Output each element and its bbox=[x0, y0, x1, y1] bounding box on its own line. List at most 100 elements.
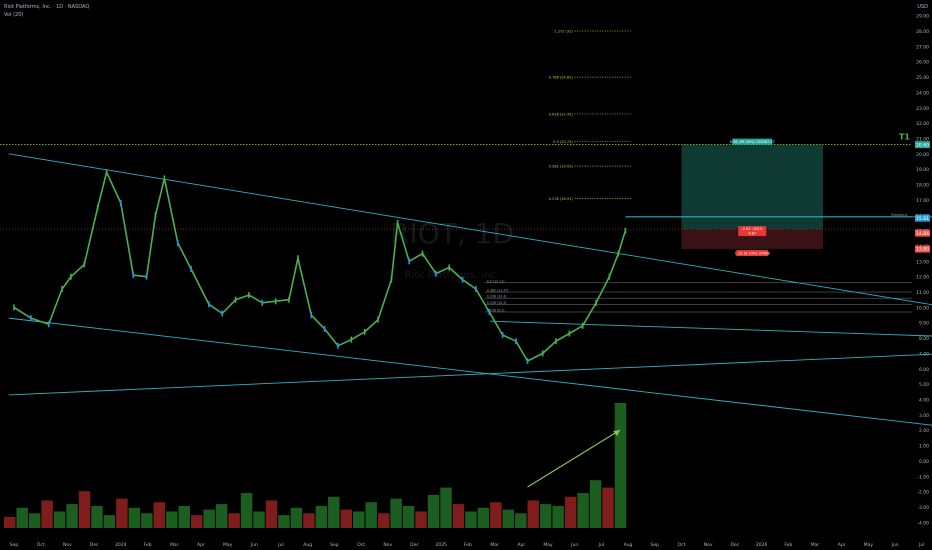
candle bbox=[337, 342, 339, 349]
time-tick-label: Oct bbox=[37, 542, 45, 548]
volume-bar bbox=[502, 509, 515, 528]
time-tick-label: Mar bbox=[490, 542, 499, 548]
volume-bar bbox=[265, 500, 278, 528]
time-tick-label: May bbox=[223, 542, 233, 548]
volume-bar bbox=[303, 513, 315, 528]
volume-bar bbox=[490, 502, 502, 528]
candle bbox=[323, 325, 326, 332]
time-tick-label: Jul bbox=[918, 542, 924, 548]
candle bbox=[145, 273, 148, 280]
volume-bar bbox=[589, 480, 602, 528]
candle bbox=[608, 273, 611, 280]
fib-level-label: 0.618 (22.45) bbox=[549, 112, 574, 116]
trendline bbox=[8, 353, 932, 396]
volume-bar bbox=[477, 507, 490, 528]
volume-bar bbox=[539, 504, 552, 528]
time-tick-label: Feb bbox=[784, 542, 792, 548]
volume-bar bbox=[91, 505, 103, 528]
time-tick-label: Aug bbox=[624, 542, 633, 548]
price-tick-label: 13.00 bbox=[916, 259, 929, 265]
candle bbox=[297, 255, 299, 262]
price-tick-label: 1.00 bbox=[919, 444, 929, 450]
candle bbox=[595, 299, 597, 306]
candle bbox=[190, 266, 192, 272]
volume-bar bbox=[340, 509, 352, 528]
price-tick-label: 3.00 bbox=[919, 413, 929, 419]
time-tick-label: Dec bbox=[731, 542, 740, 548]
volume-bar bbox=[166, 511, 178, 528]
time-tick-label: Dec bbox=[410, 542, 419, 548]
volume-bar bbox=[215, 504, 228, 528]
volume-bar bbox=[515, 513, 527, 528]
volume-bar bbox=[128, 507, 141, 528]
time-tick-label: May bbox=[864, 542, 874, 548]
candle bbox=[132, 272, 135, 279]
candle bbox=[61, 285, 63, 292]
volume-bar bbox=[66, 504, 78, 528]
volume-bar bbox=[190, 515, 203, 528]
volume-bar bbox=[278, 515, 290, 528]
time-tick-label: Mar bbox=[170, 542, 179, 548]
volume-bar bbox=[203, 509, 215, 528]
volume-bar bbox=[328, 496, 340, 528]
volume-bar bbox=[53, 511, 66, 528]
price-tick-label: 29.00 bbox=[916, 14, 929, 20]
price-tick-label: 2.00 bbox=[919, 428, 929, 434]
candle bbox=[96, 204, 99, 211]
candle bbox=[390, 276, 393, 283]
price-tick-label: 12.00 bbox=[916, 275, 929, 281]
candle bbox=[83, 261, 86, 268]
price-tick-label: 11.00 bbox=[916, 290, 929, 296]
candle bbox=[154, 212, 157, 219]
price-tick-label: 6.00 bbox=[919, 367, 929, 373]
volume-bar bbox=[153, 502, 166, 528]
profit-label: 5.58 (36.30%) 105087.47 bbox=[730, 140, 775, 144]
candle bbox=[541, 350, 544, 357]
volume-bar bbox=[440, 487, 452, 528]
breakout-label: Breakout bbox=[891, 213, 907, 217]
candle bbox=[461, 276, 464, 283]
candle bbox=[408, 258, 410, 265]
volume-bar bbox=[228, 513, 240, 528]
time-tick-label: Mar bbox=[811, 542, 820, 548]
watermark-name: Riot Platforms, Inc. bbox=[405, 270, 500, 281]
time-tick-label: Jul bbox=[598, 542, 604, 548]
time-tick-label: Nov bbox=[63, 542, 72, 548]
price-tick-label: -2.00 bbox=[917, 490, 929, 496]
price-tick-label: 19.00 bbox=[916, 167, 929, 173]
entry-badge-label: 15.81 bbox=[916, 216, 929, 222]
volume-bar bbox=[78, 491, 91, 528]
volume-bar bbox=[103, 515, 116, 528]
time-tick-label: Apr bbox=[197, 542, 205, 548]
time-tick-label: 2026 bbox=[756, 542, 768, 548]
price-tick-label: 20.00 bbox=[916, 152, 929, 158]
candle bbox=[475, 285, 477, 292]
volume-bar bbox=[352, 511, 365, 528]
fib-level-label: 0.5 (20.74) bbox=[553, 140, 573, 144]
time-tick-label: Oct bbox=[678, 542, 686, 548]
candle bbox=[515, 338, 517, 345]
watermark-symbol: RIOT, 1D bbox=[390, 217, 514, 250]
time-tick-label: Dec bbox=[90, 542, 99, 548]
price-tick-label: 26.00 bbox=[916, 60, 929, 66]
candle bbox=[248, 292, 250, 299]
time-tick-label: Feb bbox=[144, 542, 152, 548]
volume-bar bbox=[240, 493, 253, 528]
time-tick-label: Jul bbox=[277, 542, 283, 548]
volume-bar bbox=[178, 505, 190, 528]
price-chart[interactable]: 29.00 28.00 27.00 26.00 25.00 24.00 23.00 22.00… bbox=[0, 0, 932, 550]
time-tick-label: May bbox=[543, 542, 553, 548]
candle bbox=[234, 296, 237, 303]
price-tick-label: 24.00 bbox=[916, 90, 929, 96]
price-tick-label: -4.00 bbox=[917, 520, 929, 526]
volume-bar bbox=[290, 507, 303, 528]
volume-bar bbox=[577, 493, 589, 528]
volume-bar bbox=[365, 502, 377, 528]
volume-bar bbox=[315, 505, 328, 528]
candle bbox=[13, 304, 15, 311]
volume-arrow bbox=[527, 429, 621, 488]
retracement-label: 0.236 (10.4) bbox=[487, 295, 507, 299]
chart-window: Riot Platforms, Inc. · 1D · NASDAQ Vol (… bbox=[0, 0, 932, 550]
candle bbox=[435, 270, 437, 277]
time-tick-label: Jun bbox=[570, 542, 578, 548]
